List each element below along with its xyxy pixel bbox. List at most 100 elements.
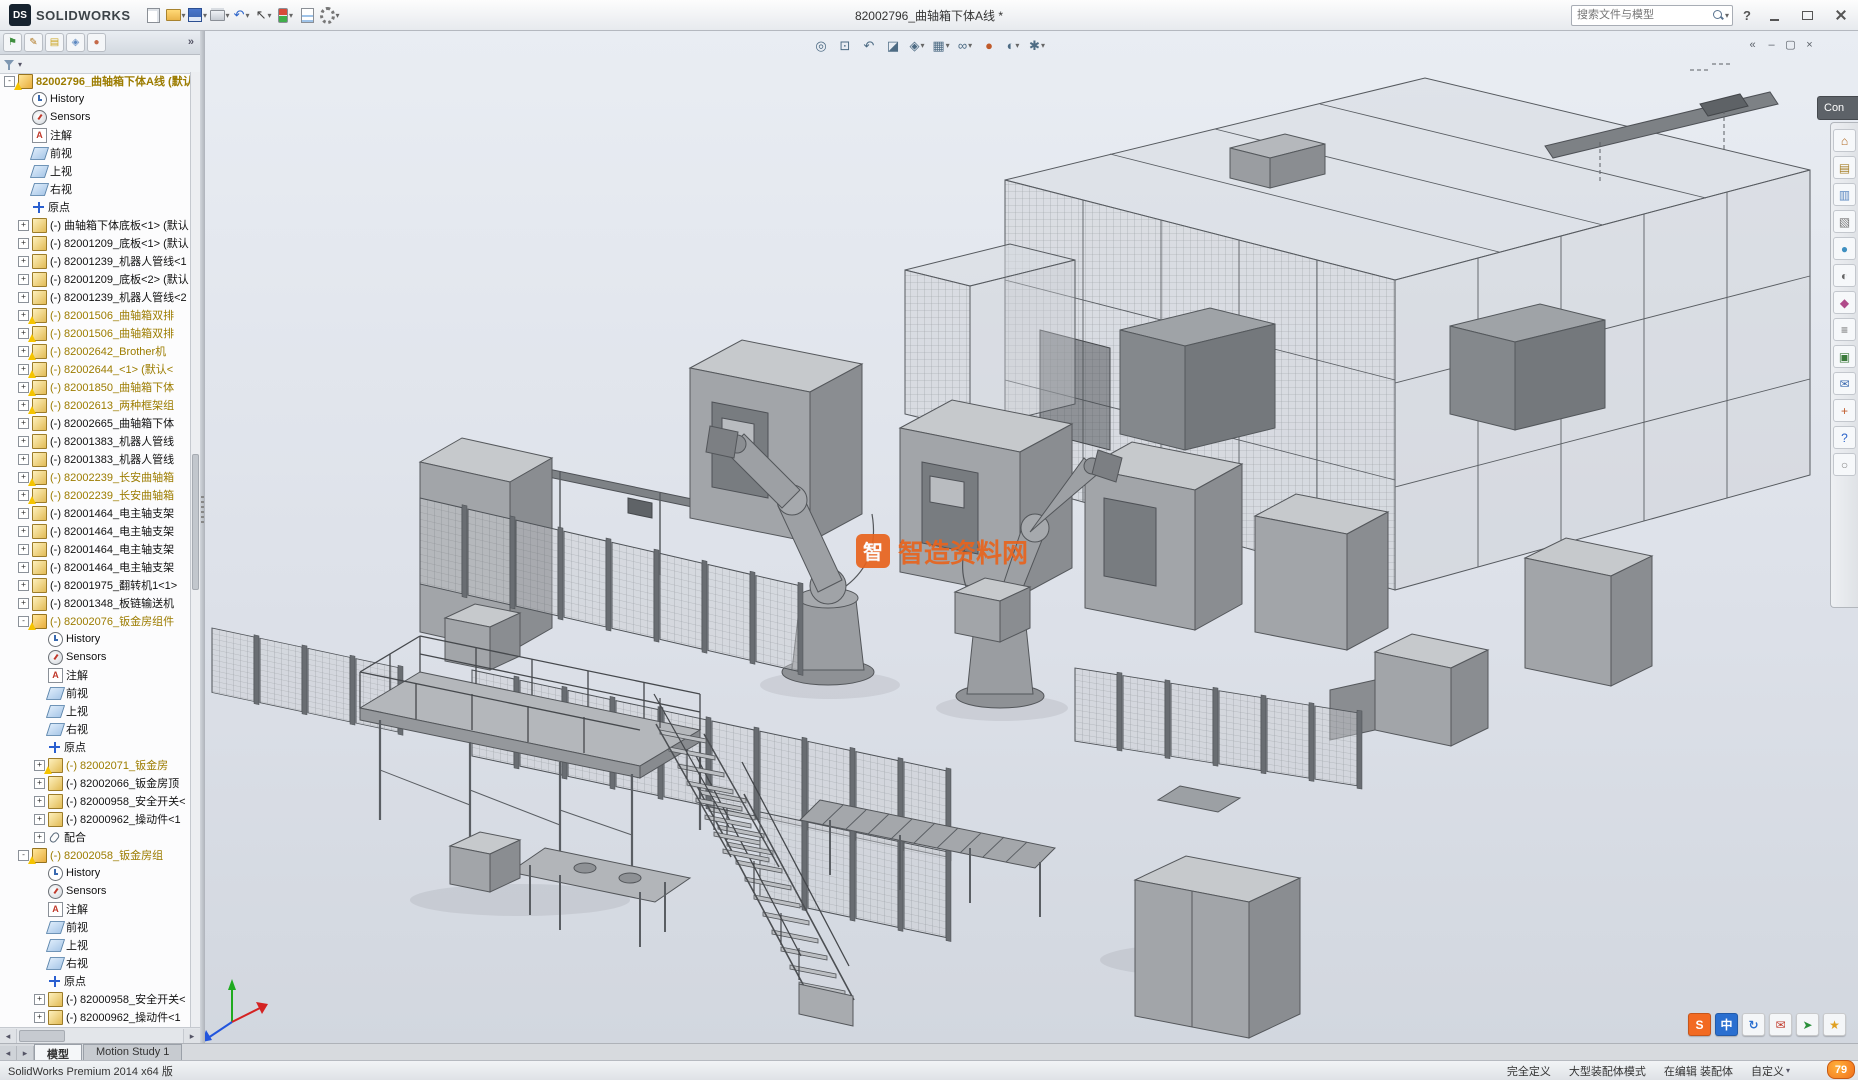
view-settings-icon[interactable]: ✱	[1027, 35, 1048, 56]
new-file-button[interactable]	[144, 5, 164, 25]
tree-item[interactable]: 原点	[0, 738, 191, 756]
print-button[interactable]	[210, 5, 230, 25]
tree-item[interactable]: + (-) 82000962_操动件<1	[0, 1008, 191, 1026]
tree-item[interactable]: + (-) 82001209_底板<1> (默认	[0, 234, 191, 252]
options-button[interactable]	[320, 5, 340, 25]
edit-appearance-icon[interactable]: ●	[979, 35, 1000, 56]
expand-icon[interactable]: +	[34, 813, 45, 825]
tree-item[interactable]: + (-) 82002066_钣金房顶	[0, 774, 191, 792]
hide-show-icon[interactable]: ∞	[955, 35, 976, 56]
toolbox-icon[interactable]: +	[1833, 399, 1856, 422]
tree-item[interactable]: + (-) 曲轴箱下体底板<1> (默认	[0, 216, 191, 234]
featuremanager-tab-icon[interactable]: ⚑	[3, 32, 22, 52]
notification-badge[interactable]: 79	[1827, 1060, 1855, 1079]
tree-item[interactable]: 上视	[0, 936, 191, 954]
zoom-fit-icon[interactable]: ◎	[811, 35, 832, 56]
tree-item[interactable]: + (-) 82002239_长安曲轴箱	[0, 486, 191, 504]
community-icon[interactable]: ○	[1833, 453, 1856, 476]
tree-item[interactable]: + (-) 82001464_电主轴支架	[0, 522, 191, 540]
scroll-track[interactable]	[17, 1028, 183, 1044]
expand-icon[interactable]: +	[18, 579, 29, 591]
collapse-arrows-icon[interactable]: «	[1744, 36, 1761, 53]
save-button[interactable]	[188, 5, 208, 25]
panel-expand-chevron[interactable]: »	[188, 36, 197, 48]
filter-caret-icon[interactable]: ▾	[18, 60, 22, 69]
tree-item[interactable]: History	[0, 90, 191, 108]
select-button[interactable]: ↖	[254, 5, 274, 25]
tree-item[interactable]: + (-) 82001383_机器人管线	[0, 432, 191, 450]
tree-item[interactable]: 上视	[0, 162, 191, 180]
display-style-icon[interactable]: ▦	[931, 35, 952, 56]
tree-item[interactable]: + (-) 82001506_曲轴箱双排	[0, 306, 191, 324]
expand-icon[interactable]: +	[34, 777, 45, 789]
tree-item[interactable]: 前视	[0, 684, 191, 702]
zoom-area-icon[interactable]: ⊡	[835, 35, 856, 56]
scroll-thumb[interactable]	[192, 454, 199, 591]
expand-icon[interactable]: +	[18, 255, 29, 267]
expand-icon[interactable]: +	[18, 453, 29, 465]
tree-item[interactable]: + (-) 82002613_两种框架组	[0, 396, 191, 414]
decals-icon[interactable]: ◆	[1833, 291, 1856, 314]
expand-icon[interactable]: +	[18, 219, 29, 231]
customize-menu[interactable]: 自定义 ▾	[1751, 1063, 1790, 1079]
close-button[interactable]	[1827, 5, 1854, 25]
scroll-right-arrow[interactable]: ▸	[183, 1028, 200, 1044]
tree-item[interactable]: Sensors	[0, 882, 191, 900]
tree-item[interactable]: + (-) 82001464_电主轴支架	[0, 558, 191, 576]
expand-icon[interactable]: +	[34, 993, 45, 1005]
expand-icon[interactable]: +	[18, 525, 29, 537]
open-file-button[interactable]	[166, 5, 186, 25]
tree-item[interactable]: 注解	[0, 126, 191, 144]
tree-item[interactable]: -82002796_曲轴箱下体A线 (默认	[0, 72, 191, 90]
expand-icon[interactable]: +	[34, 831, 45, 843]
tree-item[interactable]: 前视	[0, 144, 191, 162]
maximize-button[interactable]	[1794, 5, 1821, 25]
tree-item[interactable]: 上视	[0, 702, 191, 720]
forum-icon[interactable]: ✉	[1833, 372, 1856, 395]
expand-icon[interactable]: +	[34, 1011, 45, 1023]
view-orientation-icon[interactable]: ◈	[907, 35, 928, 56]
dimxpert-tab-icon[interactable]: ◈	[66, 32, 85, 52]
scroll-thumb[interactable]	[19, 1030, 65, 1042]
tab-model[interactable]: 模型	[34, 1044, 82, 1061]
file-explorer-icon[interactable]: ▥	[1833, 183, 1856, 206]
expand-icon[interactable]: +	[18, 597, 29, 609]
favorite-icon[interactable]: ★	[1823, 1013, 1846, 1036]
graphics-area[interactable]: 智 智造资料网	[0, 30, 1858, 1044]
tree-item[interactable]: + (-) 82001464_电主轴支架	[0, 504, 191, 522]
solidworks-badge-icon[interactable]: S	[1688, 1013, 1711, 1036]
tab-nav-next-button[interactable]: ▸	[17, 1046, 34, 1061]
properties-icon[interactable]: ≡	[1833, 318, 1856, 341]
undo-button[interactable]: ↶	[232, 5, 252, 25]
search-input[interactable]	[1575, 8, 1712, 22]
expand-icon[interactable]: +	[18, 273, 29, 285]
expand-icon[interactable]: +	[34, 795, 45, 807]
scroll-left-arrow[interactable]: ◂	[0, 1028, 17, 1044]
tree-horizontal-scrollbar[interactable]: ◂ ▸	[0, 1027, 200, 1044]
tree-item[interactable]: 原点	[0, 198, 191, 216]
search-icon[interactable]	[1711, 8, 1725, 22]
tree-item[interactable]: + (-) 82001383_机器人管线	[0, 450, 191, 468]
tree-item[interactable]: Sensors	[0, 648, 191, 666]
tree-item[interactable]: + (-) 82002665_曲轴箱下体	[0, 414, 191, 432]
tree-item[interactable]: - (-) 82002076_钣金房组件	[0, 612, 191, 630]
tree-item[interactable]: + (-) 82002071_钣金房	[0, 756, 191, 774]
help-resources-icon[interactable]: ?	[1833, 426, 1856, 449]
doc-restore-button[interactable]: ▢	[1782, 36, 1799, 53]
tree-item[interactable]: 注解	[0, 666, 191, 684]
tree-item[interactable]: + (-) 82000962_操动件<1	[0, 810, 191, 828]
section-view-icon[interactable]: ◪	[883, 35, 904, 56]
tree-item[interactable]: 右视	[0, 954, 191, 972]
propertymanager-tab-icon[interactable]: ✎	[24, 32, 43, 52]
tree-item[interactable]: + (-) 82001209_底板<2> (默认	[0, 270, 191, 288]
message-icon[interactable]: ✉	[1769, 1013, 1792, 1036]
doc-close-button[interactable]: ×	[1801, 36, 1818, 53]
language-icon[interactable]: 中	[1715, 1013, 1738, 1036]
expand-icon[interactable]: +	[18, 291, 29, 303]
expand-icon[interactable]: +	[18, 435, 29, 447]
help-button[interactable]: ?	[1739, 8, 1755, 23]
tree-item[interactable]: 右视	[0, 720, 191, 738]
tree-item[interactable]: 原点	[0, 972, 191, 990]
tree-vertical-scrollbar[interactable]	[190, 72, 200, 1028]
taskpane-header[interactable]: Con	[1817, 96, 1858, 120]
